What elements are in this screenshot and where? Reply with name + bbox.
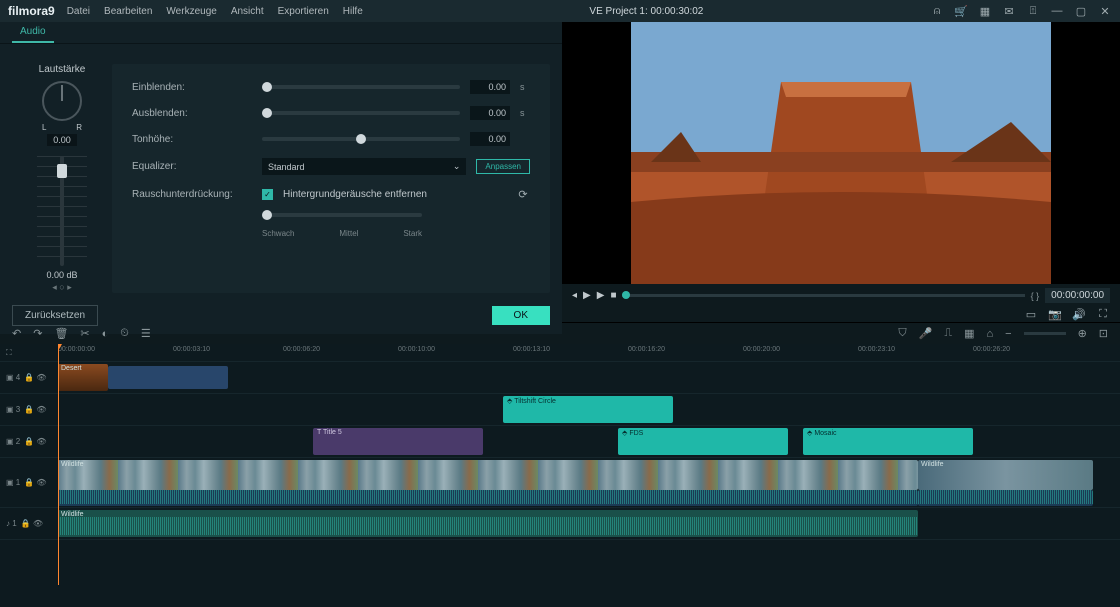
- close-icon[interactable]: ✕: [1098, 4, 1112, 18]
- fadeout-value[interactable]: 0.00: [470, 106, 510, 120]
- zoom-slider[interactable]: [1024, 332, 1066, 335]
- play-button[interactable]: ▶: [597, 290, 605, 301]
- project-title: VE Project 1: 00:00:30:02: [589, 6, 703, 17]
- volume-label: Lautstärke: [39, 64, 86, 75]
- pitch-slider[interactable]: [262, 137, 460, 141]
- balance-dial[interactable]: [42, 81, 82, 121]
- pitch-label: Tonhöhe:: [132, 134, 252, 145]
- refresh-icon[interactable]: ⟳: [516, 187, 530, 201]
- render-icon[interactable]: ▦: [964, 327, 974, 340]
- balance-value: 0.00: [47, 134, 77, 146]
- equalizer-label: Equalizer:: [132, 161, 252, 172]
- delete-icon[interactable]: 🗑: [54, 327, 68, 340]
- snapshot-icon[interactable]: ▭: [1024, 308, 1038, 322]
- denoise-label: Rauschunterdrückung:: [132, 189, 252, 200]
- audio-editor-panel: Audio Lautstärke LR 0.00 0.00 dB ◂ ○ ▸ E…: [0, 22, 562, 322]
- clip-color[interactable]: [108, 366, 228, 389]
- volume-icon[interactable]: 🔊: [1072, 308, 1086, 322]
- mic-icon[interactable]: 🎤: [919, 327, 933, 340]
- ok-button[interactable]: OK: [492, 306, 550, 325]
- chevron-down-icon: ⌄: [453, 161, 461, 172]
- prev-button[interactable]: ◂: [572, 290, 577, 301]
- cut-icon[interactable]: ✂: [80, 327, 89, 340]
- camera-icon[interactable]: 📷: [1048, 308, 1062, 322]
- track-header-4[interactable]: ▣ 4 🔒 👁: [0, 362, 58, 394]
- clip-desert[interactable]: Desert: [58, 364, 108, 391]
- menu-view[interactable]: Ansicht: [231, 6, 264, 17]
- denoise-checkbox[interactable]: ✓: [262, 189, 273, 200]
- play-back-button[interactable]: ▶: [583, 290, 591, 301]
- menu-edit[interactable]: Bearbeiten: [104, 6, 152, 17]
- frame-nav[interactable]: { }: [1031, 291, 1040, 301]
- reset-button[interactable]: Zurücksetzen: [12, 305, 98, 326]
- message-icon[interactable]: ✉: [1002, 4, 1016, 18]
- fadein-label: Einblenden:: [132, 82, 252, 93]
- topbar: filmora9 Datei Bearbeiten Werkzeuge Ansi…: [0, 0, 1120, 22]
- crop-icon[interactable]: ◐: [102, 328, 109, 340]
- zoom-out-icon[interactable]: −: [1005, 328, 1011, 340]
- player-controls: ◂ ▶ ▶ ■ { } 00:00:00:00: [562, 284, 1120, 307]
- maximize-icon[interactable]: ▢: [1074, 4, 1088, 18]
- equalizer-adjust-button[interactable]: Anpassen: [476, 159, 530, 174]
- menu-help[interactable]: Hilfe: [343, 6, 363, 17]
- time-ruler[interactable]: 00:00:00:00 00:00:03:10 00:00:06:20 00:0…: [58, 344, 1120, 362]
- fadeout-slider[interactable]: [262, 111, 460, 115]
- denoise-slider[interactable]: [262, 213, 422, 217]
- app-logo: filmora9: [8, 4, 55, 18]
- preview-panel: ◂ ▶ ▶ ■ { } 00:00:00:00 ▭ 📷 🔊 ⛶: [562, 22, 1120, 322]
- fit-button[interactable]: ⛶: [0, 344, 58, 362]
- menu-export[interactable]: Exportieren: [278, 6, 329, 17]
- playhead[interactable]: [58, 344, 59, 585]
- clip-fds[interactable]: ⬘ FDS: [618, 428, 788, 455]
- clip-wildlife-audio[interactable]: Wildlife: [58, 510, 918, 537]
- clip-tiltshift[interactable]: ⬘ Tiltshift Circle: [503, 396, 673, 423]
- snap-icon[interactable]: ⌂: [986, 328, 993, 340]
- track-header-1[interactable]: ▣ 1 🔒 👁: [0, 458, 58, 508]
- track-4[interactable]: Desert: [58, 362, 1120, 394]
- zoom-in-icon[interactable]: ⊕: [1078, 327, 1087, 340]
- track-header-3[interactable]: ▣ 3 🔒 👁: [0, 394, 58, 426]
- tab-audio[interactable]: Audio: [12, 22, 54, 43]
- zoom-fit-icon[interactable]: ⊡: [1099, 327, 1108, 340]
- preview-viewport: [562, 22, 1120, 284]
- scrubber[interactable]: [622, 294, 1024, 297]
- fadein-slider[interactable]: [262, 85, 460, 89]
- denoise-check-label: Hintergrundgeräusche entfernen: [283, 189, 427, 200]
- clip-wildlife-video[interactable]: Wildlife: [58, 460, 918, 490]
- main-menu: Datei Bearbeiten Werkzeuge Ansicht Expor…: [67, 6, 363, 17]
- notify-icon[interactable]: ⍐: [1026, 4, 1040, 18]
- adjust-icon[interactable]: ☰: [141, 327, 151, 340]
- menu-tools[interactable]: Werkzeuge: [166, 6, 216, 17]
- clip-title5[interactable]: T Title 5: [313, 428, 483, 455]
- track-header-a1[interactable]: ♪ 1 🔒 👁: [0, 508, 58, 540]
- timeline: ⛶ ▣ 4 🔒 👁 ▣ 3 🔒 👁 ▣ 2 🔒 👁 ▣ 1 🔒 👁 ♪ 1 🔒 …: [0, 344, 1120, 585]
- time-display: 00:00:00:00: [1045, 288, 1110, 303]
- clip-wildlife-video2[interactable]: Wildlife: [918, 460, 1093, 490]
- user-icon[interactable]: ⍝: [930, 4, 944, 18]
- mixer-icon[interactable]: ⎍: [944, 327, 952, 340]
- project-icon[interactable]: ▦: [978, 4, 992, 18]
- equalizer-select[interactable]: Standard⌄: [262, 158, 466, 175]
- fadeout-label: Ausblenden:: [132, 108, 252, 119]
- clip-video-audio[interactable]: [58, 490, 918, 506]
- cart-icon[interactable]: 🛒: [954, 4, 968, 18]
- fadein-value[interactable]: 0.00: [470, 80, 510, 94]
- undo-icon[interactable]: ↶: [12, 327, 21, 340]
- marker-icon[interactable]: ⛉: [898, 327, 906, 340]
- redo-icon[interactable]: ↷: [33, 327, 42, 340]
- speed-icon[interactable]: ⏲: [120, 327, 129, 340]
- minimize-icon[interactable]: —: [1050, 4, 1064, 18]
- stop-button[interactable]: ■: [610, 290, 616, 301]
- track-3[interactable]: ⬘ Tiltshift Circle: [58, 394, 1120, 426]
- track-1[interactable]: Wildlife Wildlife: [58, 458, 1120, 508]
- track-2[interactable]: T Title 5 ⬘ FDS ⬘ Mosaic: [58, 426, 1120, 458]
- volume-slider[interactable]: [37, 156, 87, 266]
- pitch-value[interactable]: 0.00: [470, 132, 510, 146]
- track-audio-1[interactable]: Wildlife: [58, 508, 1120, 540]
- menu-file[interactable]: Datei: [67, 6, 90, 17]
- track-header-2[interactable]: ▣ 2 🔒 👁: [0, 426, 58, 458]
- fullscreen-icon[interactable]: ⛶: [1096, 308, 1110, 322]
- clip-video2-audio[interactable]: [918, 490, 1093, 506]
- clip-mosaic[interactable]: ⬘ Mosaic: [803, 428, 973, 455]
